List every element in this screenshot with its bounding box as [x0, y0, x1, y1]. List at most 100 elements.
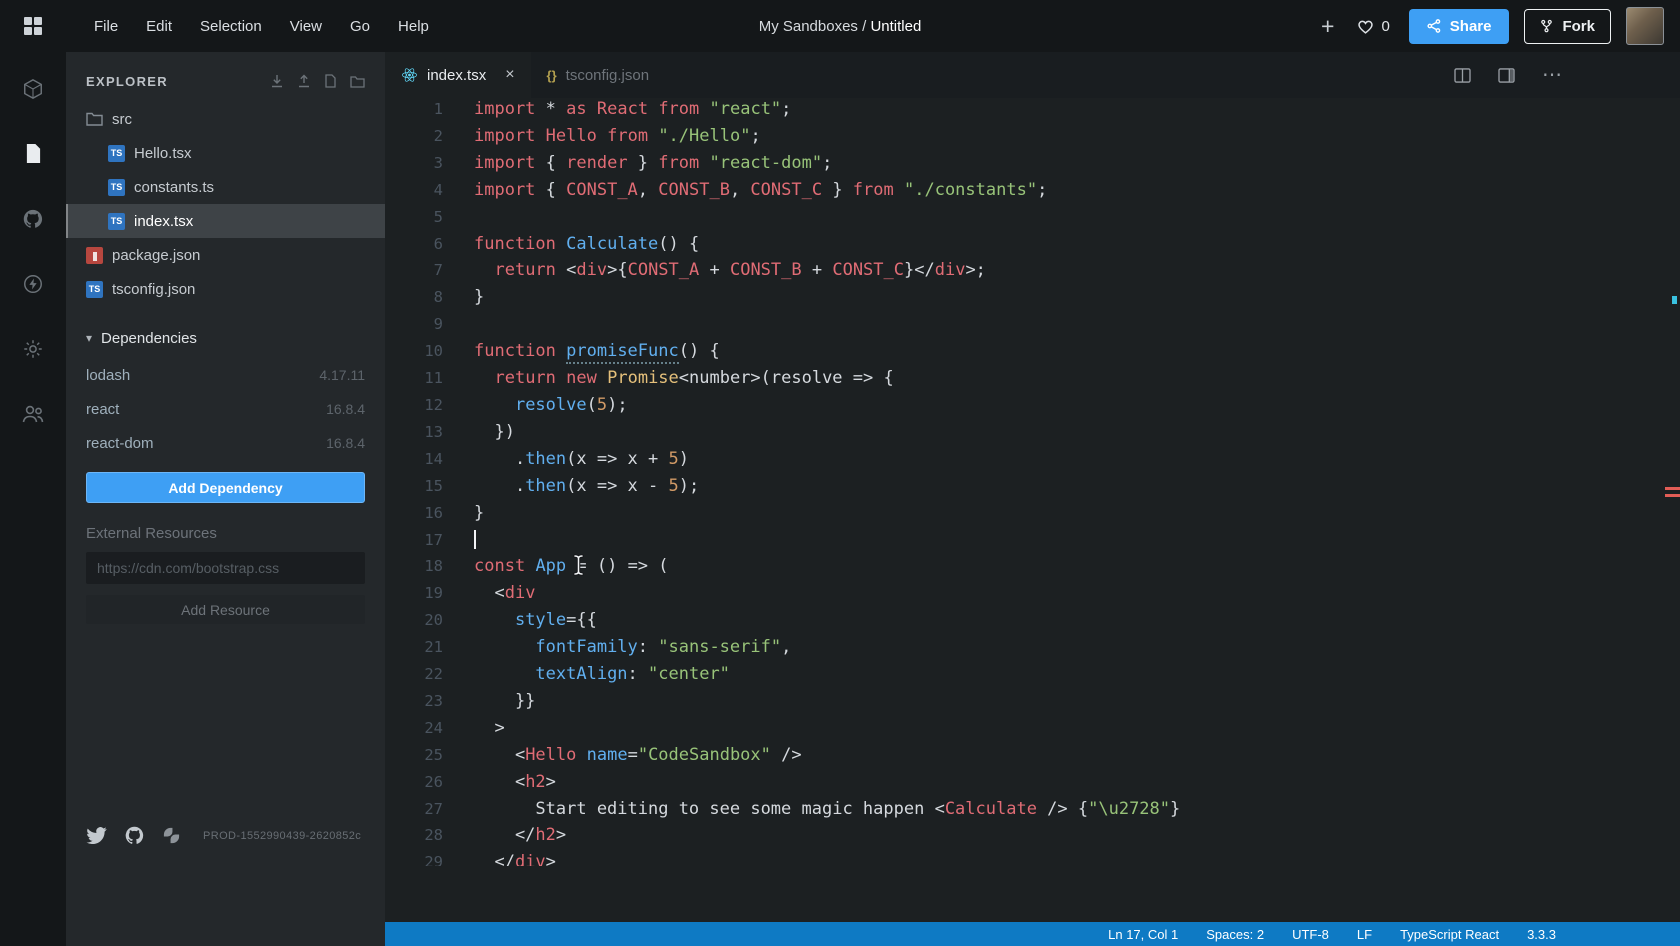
- line-number: 14: [385, 446, 443, 473]
- line-content: <h2>: [443, 769, 556, 796]
- file-tsconfig-json[interactable]: TStsconfig.json: [66, 272, 385, 306]
- settings-icon[interactable]: [0, 316, 66, 381]
- dependency-lodash[interactable]: lodash4.17.11: [66, 358, 385, 392]
- dependency-version: 16.8.4: [326, 435, 365, 451]
- menu-item-view[interactable]: View: [276, 11, 336, 42]
- share-icon: [1427, 19, 1441, 33]
- dependencies-header[interactable]: ▾ Dependencies: [66, 318, 385, 358]
- line-number: 21: [385, 634, 443, 661]
- spectrum-icon[interactable]: [162, 826, 181, 845]
- twitter-icon[interactable]: [86, 827, 107, 844]
- file-package-json[interactable]: package.json: [66, 238, 385, 272]
- line-content: [443, 527, 476, 554]
- file-index-tsx[interactable]: TSindex.tsx: [66, 204, 385, 238]
- dependency-name: lodash: [86, 367, 130, 384]
- line-content: <div: [443, 580, 535, 607]
- code-line: 2import Hello from "./Hello";: [385, 123, 1680, 150]
- status-3-3-3[interactable]: 3.3.3: [1527, 927, 1556, 942]
- line-number: 15: [385, 473, 443, 500]
- code-line: 5: [385, 204, 1680, 231]
- add-resource-button[interactable]: Add Resource: [86, 595, 365, 624]
- line-number: 4: [385, 177, 443, 204]
- line-content: </div>: [443, 849, 556, 866]
- menu-item-selection[interactable]: Selection: [186, 11, 276, 42]
- chevron-down-icon: ▾: [86, 331, 92, 345]
- file-src[interactable]: src: [66, 102, 385, 136]
- line-content: <Hello name="CodeSandbox" />: [443, 742, 802, 769]
- line-number: 6: [385, 231, 443, 258]
- open-preview-icon[interactable]: [1498, 68, 1515, 83]
- header: FileEditSelectionViewGoHelp My Sandboxes…: [0, 0, 1680, 52]
- menu-item-file[interactable]: File: [80, 11, 132, 42]
- menu-item-help[interactable]: Help: [384, 11, 443, 42]
- external-resource-input[interactable]: [86, 552, 365, 584]
- breadcrumb[interactable]: My Sandboxes / Untitled: [759, 18, 922, 35]
- line-content: const App = () => (: [443, 553, 669, 580]
- menu-item-go[interactable]: Go: [336, 11, 384, 42]
- status-spaces-2[interactable]: Spaces: 2: [1206, 927, 1264, 942]
- add-dependency-button[interactable]: Add Dependency: [86, 472, 365, 503]
- file-label: src: [112, 111, 132, 128]
- line-number: 20: [385, 607, 443, 634]
- files-icon[interactable]: [0, 121, 66, 186]
- editor-tabbar: index.tsx×{}tsconfig.json ⋯: [385, 52, 1680, 98]
- line-number: 28: [385, 822, 443, 849]
- code-line: 12 resolve(5);: [385, 392, 1680, 419]
- main: EXPLORER srcTSHello.tsxTSconstants.tsTSi…: [0, 52, 1680, 946]
- code-line: 7 return <div>{CONST_A + CONST_B + CONST…: [385, 257, 1680, 284]
- deploy-icon[interactable]: [0, 251, 66, 316]
- line-content: function Calculate() {: [443, 231, 699, 258]
- status-typescript-react[interactable]: TypeScript React: [1400, 927, 1499, 942]
- line-content: return <div>{CONST_A + CONST_B + CONST_C…: [443, 257, 986, 284]
- upload-icon[interactable]: [297, 74, 311, 88]
- line-content: .then(x => x + 5): [443, 446, 689, 473]
- menu-bar: FileEditSelectionViewGoHelp: [80, 11, 443, 42]
- github-icon[interactable]: [124, 825, 145, 846]
- line-content: Start editing to see some magic happen <…: [443, 796, 1180, 823]
- code-line: 11 return new Promise<number>(resolve =>…: [385, 365, 1680, 392]
- tab-tsconfig-json[interactable]: {}tsconfig.json: [531, 52, 666, 98]
- code-line: 21 fontFamily: "sans-serif",: [385, 634, 1680, 661]
- dependency-name: react-dom: [86, 435, 154, 452]
- sandbox-title[interactable]: Untitled: [870, 18, 921, 35]
- status-lf[interactable]: LF: [1357, 927, 1372, 942]
- menu-item-edit[interactable]: Edit: [132, 11, 186, 42]
- code-line: 26 <h2>: [385, 769, 1680, 796]
- sandbox-icon[interactable]: [0, 56, 66, 121]
- line-number: 19: [385, 580, 443, 607]
- file-constants-ts[interactable]: TSconstants.ts: [66, 170, 385, 204]
- tab-bar: index.tsx×{}tsconfig.json: [385, 52, 665, 98]
- new-folder-icon[interactable]: [350, 75, 365, 88]
- more-actions-icon[interactable]: ⋯: [1542, 65, 1562, 85]
- ts-file-icon: TS: [108, 179, 125, 196]
- status-utf-8[interactable]: UTF-8: [1292, 927, 1329, 942]
- close-icon[interactable]: ×: [505, 66, 514, 84]
- download-icon[interactable]: [270, 74, 284, 88]
- code-line: 4import { CONST_A, CONST_B, CONST_C } fr…: [385, 177, 1680, 204]
- file-hello-tsx[interactable]: TSHello.tsx: [66, 136, 385, 170]
- status-ln-17-col-1[interactable]: Ln 17, Col 1: [1108, 927, 1178, 942]
- like-button[interactable]: 0: [1353, 18, 1393, 35]
- external-resources-title: External Resources: [86, 525, 365, 542]
- line-number: 25: [385, 742, 443, 769]
- share-button[interactable]: Share: [1409, 9, 1510, 44]
- github-icon[interactable]: [0, 186, 66, 251]
- new-sandbox-button[interactable]: +: [1317, 15, 1338, 38]
- fork-icon: [1540, 19, 1553, 33]
- line-number: 9: [385, 311, 443, 338]
- new-file-icon[interactable]: [324, 74, 337, 88]
- ts-file-icon: TS: [108, 213, 125, 230]
- dependency-react-dom[interactable]: react-dom 16.8.4: [66, 426, 385, 460]
- live-icon[interactable]: [0, 381, 66, 446]
- ts-file-icon: TS: [108, 145, 125, 162]
- fork-button[interactable]: Fork: [1524, 9, 1611, 44]
- tab-index-tsx[interactable]: index.tsx×: [385, 52, 531, 98]
- apps-menu-button[interactable]: [0, 16, 66, 36]
- avatar[interactable]: [1626, 7, 1664, 45]
- breadcrumb-path[interactable]: My Sandboxes /: [759, 18, 867, 35]
- dependency-react[interactable]: react16.8.4: [66, 392, 385, 426]
- split-view-icon[interactable]: [1454, 68, 1471, 83]
- braces-icon: {}: [547, 68, 557, 83]
- code-editor[interactable]: 1import * as React from "react";2import …: [385, 98, 1680, 922]
- line-number: 7: [385, 257, 443, 284]
